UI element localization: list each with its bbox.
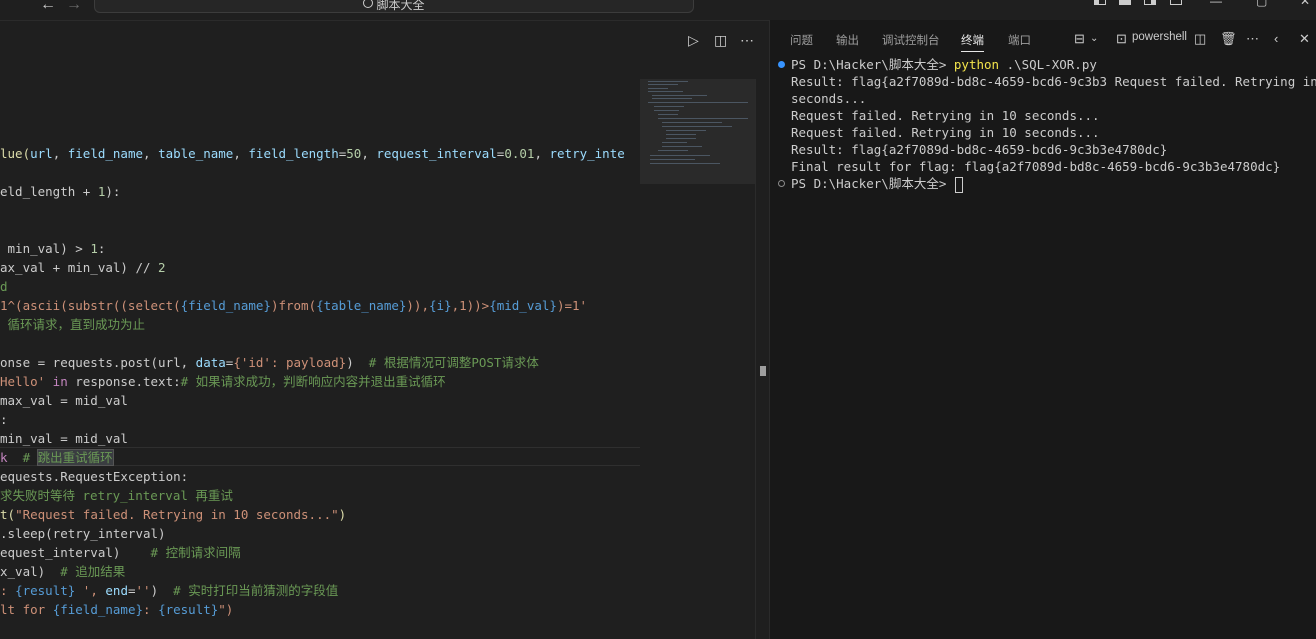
minimap-line — [648, 88, 668, 89]
close-panel-icon[interactable]: ✕ — [1299, 31, 1310, 47]
terminal-line: Request failed. Retrying in 10 seconds..… — [791, 108, 1100, 123]
code-line: min_val) > 1: — [0, 241, 106, 256]
split-terminal-icon[interactable]: ◫ — [1194, 31, 1206, 47]
terminal-line: seconds... — [791, 91, 867, 106]
more-actions-icon[interactable]: ⋯ — [740, 32, 754, 49]
code-line: lue(url, field_name, table_name, field_l… — [0, 146, 625, 161]
toggle-panel-icon[interactable] — [1119, 0, 1131, 5]
terminal-line: Request failed. Retrying in 10 seconds..… — [791, 125, 1100, 140]
command-center-search[interactable]: 脚本大全 — [94, 0, 694, 13]
code-line: k # 跳出重试循环 — [0, 449, 114, 466]
code-line: equest_interval) # 控制请求间隔 — [0, 545, 241, 560]
code-line: onse = requests.post(url, data={'id': pa… — [0, 355, 539, 370]
code-line: eld_length + 1): — [0, 184, 121, 199]
code-line: : {result} ', end='') # 实时打印当前猜测的字段值 — [0, 583, 339, 598]
tab-ports[interactable]: 端口 — [1008, 32, 1031, 48]
minimap-line — [650, 155, 710, 156]
minimap-line — [662, 142, 687, 143]
run-icon[interactable]: ▷ — [688, 32, 699, 49]
terminal-line: Result: flag{a2f7089d-bd8c-4659-bcd6-9c3… — [791, 74, 1316, 89]
terminal-line: Final result for flag: flag{a2f7089d-bd8… — [791, 159, 1281, 174]
minimap-line — [652, 95, 707, 96]
toggle-sidebar-icon[interactable] — [1094, 0, 1106, 5]
editor-scrollbar[interactable] — [755, 79, 770, 639]
tab-problems[interactable]: 问题 — [790, 32, 813, 48]
minimap-line — [658, 150, 688, 151]
code-line: : — [0, 412, 8, 427]
code-line: equests.RequestException: — [0, 469, 189, 484]
code-editor[interactable]: lue(url, field_name, table_name, field_l… — [0, 79, 770, 639]
title-bar: ← → 脚本大全 — ▢ ✕ — [0, 0, 1316, 20]
back-arrow-icon[interactable]: ← — [40, 0, 56, 14]
new-terminal-layout-icon[interactable]: ⊟ — [1074, 31, 1085, 47]
terminal-cursor — [954, 176, 963, 193]
terminal-line: PS D:\Hacker\脚本大全> python .\SQL-XOR.py — [791, 57, 1097, 72]
tab-debug-console[interactable]: 调试控制台 — [882, 32, 940, 48]
minimize-icon[interactable]: — — [1210, 0, 1222, 8]
chevron-left-icon[interactable]: ‹ — [1274, 31, 1278, 46]
search-text: 脚本大全 — [376, 0, 425, 12]
code-line: 循环请求，直到成功为止 — [0, 317, 146, 332]
minimap-line — [658, 118, 748, 119]
minimap-line — [658, 114, 678, 115]
minimap-line — [662, 146, 702, 147]
minimap-line — [666, 134, 696, 135]
search-icon — [363, 0, 374, 8]
code-line: .sleep(retry_interval) — [0, 526, 166, 541]
minimap[interactable] — [640, 79, 755, 639]
code-line: max_val = mid_val — [0, 393, 128, 408]
code-line: t("Request failed. Retrying in 10 second… — [0, 507, 347, 522]
minimap-line — [666, 138, 696, 139]
minimap-line — [648, 84, 678, 85]
trash-icon[interactable]: 🗑 — [1220, 31, 1237, 47]
split-editor-icon[interactable]: ◫ — [714, 32, 727, 49]
tab-terminal[interactable]: 终端 — [961, 32, 984, 52]
minimap-line — [648, 81, 688, 82]
minimap-line — [650, 163, 720, 164]
minimap-line — [648, 91, 683, 92]
code-line: ax_val + min_val) // 2 — [0, 260, 166, 275]
minimap-line — [662, 122, 722, 123]
minimap-line — [652, 98, 692, 99]
minimap-line — [654, 110, 679, 111]
command-success-icon[interactable] — [778, 61, 785, 68]
terminal-icon: ⊡ — [1116, 31, 1127, 46]
forward-arrow-icon[interactable]: → — [66, 0, 82, 14]
code-line: x_val) # 追加结果 — [0, 564, 126, 579]
editor-toolbar: ▷ ◫ ⋯ — [0, 20, 770, 57]
minimap-line — [662, 126, 732, 127]
code-line: Hello' in response.text:# 如果请求成功，判断响应内容并… — [0, 374, 446, 389]
terminal-shell-label[interactable]: powershell — [1132, 31, 1187, 43]
minimap-line — [650, 159, 695, 160]
minimap-line — [666, 130, 706, 131]
maximize-icon[interactable]: ▢ — [1256, 0, 1267, 8]
panel-tabs: 问题 输出 调试控制台 终端 端口 ⊟ ⌄ ⊡ powershell ◫ 🗑 ⋯… — [770, 20, 1316, 56]
scrollbar-thumb[interactable] — [760, 366, 766, 376]
code-line: min_val = mid_val — [0, 431, 128, 446]
code-line: 求失败时等待 retry_interval 再重试 — [0, 488, 233, 503]
customize-layout-icon[interactable] — [1170, 0, 1182, 5]
tab-output[interactable]: 输出 — [836, 32, 859, 48]
minimap-line — [654, 106, 684, 107]
close-window-icon[interactable]: ✕ — [1300, 0, 1310, 8]
code-line: 1^(ascii(substr((select({field_name})fro… — [0, 298, 588, 313]
terminal-output[interactable]: PS D:\Hacker\脚本大全> python .\SQL-XOR.py R… — [770, 56, 1316, 639]
command-idle-icon[interactable] — [778, 180, 785, 187]
code-line: lt for {field_name}: {result}") — [0, 602, 234, 617]
chevron-down-icon[interactable]: ⌄ — [1090, 33, 1098, 44]
code-line: d — [0, 279, 8, 294]
toggle-secondary-sidebar-icon[interactable] — [1144, 0, 1156, 5]
bottom-panel: 问题 输出 调试控制台 终端 端口 ⊟ ⌄ ⊡ powershell ◫ 🗑 ⋯… — [770, 20, 1316, 639]
terminal-line: Result: flag{a2f7089d-bd8c-4659-bcd6-9c3… — [791, 142, 1168, 157]
terminal-prompt-line: PS D:\Hacker\脚本大全> — [791, 175, 963, 193]
minimap-line — [648, 102, 748, 103]
more-actions-icon[interactable]: ⋯ — [1246, 31, 1259, 47]
